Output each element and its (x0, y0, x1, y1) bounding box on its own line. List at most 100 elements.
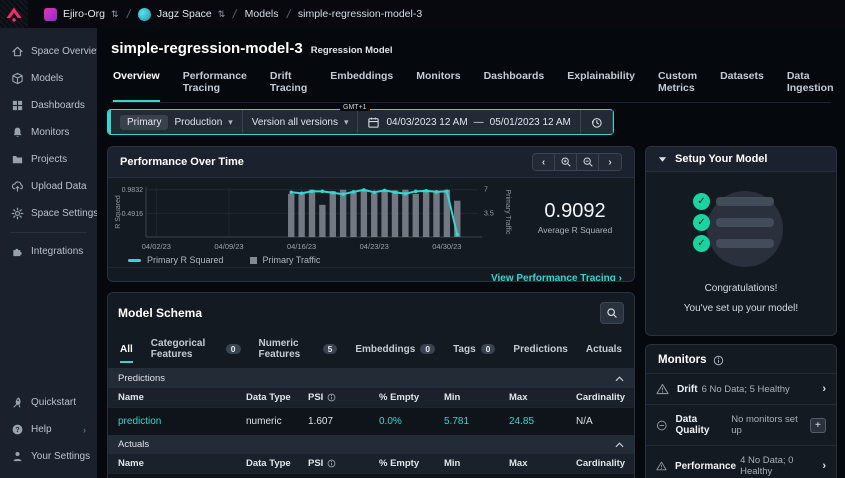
tab-datasets[interactable]: Datasets (720, 66, 764, 102)
chevron-up-icon[interactable] (615, 376, 624, 382)
column-name: Name (118, 458, 246, 469)
breadcrumb-separator: / (232, 7, 238, 21)
count-badge: 0 (481, 344, 496, 354)
column-data-type: Data Type (246, 458, 308, 469)
topbar: Ejiro-Org ⇅ / Jagz Space ⇅ / Models / si… (0, 0, 845, 28)
clock-history-icon (590, 116, 603, 129)
sort-updown-icon[interactable]: ⇅ (111, 9, 119, 20)
timezone-label: GMT+1 (340, 104, 370, 111)
monitors-card-header: Monitors (646, 345, 836, 373)
sidebar-item-projects[interactable]: Projects (0, 146, 97, 173)
svg-text:04/16/23: 04/16/23 (287, 242, 316, 251)
check-icon: ✓ (693, 235, 710, 252)
space-switcher[interactable]: Jagz Space ⇅ (138, 8, 225, 21)
tab-monitors[interactable]: Monitors (416, 66, 460, 102)
zoom-out-icon (582, 156, 594, 168)
column-empty: % Empty (379, 458, 444, 469)
arize-logo[interactable] (0, 0, 28, 28)
org-switcher[interactable]: Ejiro-Org ⇅ (44, 8, 119, 21)
column-psi: PSI (308, 458, 379, 469)
environment-select[interactable]: Primary Production ▾ (111, 110, 243, 134)
schema-tab-numeric-features[interactable]: Numeric Features5 (259, 333, 338, 368)
tab-overview[interactable]: Overview (113, 66, 160, 102)
pan-left-button[interactable]: ‹ (533, 154, 555, 170)
table-row-actual[interactable]: actual numeric 1.076 0.0% 4.8 25.4 N/A (108, 473, 634, 478)
sidebar-item-label: Integrations (31, 246, 83, 257)
sidebar-item-models[interactable]: Models (0, 65, 97, 92)
section-header-predictions[interactable]: Predictions (108, 369, 634, 388)
monitor-row-drift[interactable]: Drift6 No Data; 5 Healthy › (646, 373, 836, 404)
column-empty: % Empty (379, 392, 444, 403)
model-schema-card: Model Schema All Categorical Features0 N… (107, 292, 635, 478)
schema-tab-predictions[interactable]: Predictions (513, 339, 567, 363)
monitor-row-performance[interactable]: Performance4 No Data; 0 Healthy › (646, 445, 836, 478)
sidebar-item-label: Help (31, 424, 52, 435)
chevron-up-icon[interactable] (615, 442, 624, 448)
tab-dashboards[interactable]: Dashboards (484, 66, 545, 102)
info-icon[interactable] (327, 459, 336, 468)
monitor-row-data-quality[interactable]: Data QualityNo monitors set up + (646, 404, 836, 445)
help-circle-icon: ? (11, 423, 24, 436)
sidebar-item-quickstart[interactable]: Quickstart (0, 389, 97, 416)
line-swatch (128, 259, 141, 262)
count-badge: 0 (420, 344, 435, 354)
schema-tab-all[interactable]: All (120, 339, 133, 363)
section-header-actuals[interactable]: Actuals (108, 435, 634, 454)
sidebar-item-dashboards[interactable]: Dashboards (0, 92, 97, 119)
tab-drift-tracing[interactable]: Drift Tracing (270, 66, 307, 102)
zoom-in-button[interactable] (555, 154, 577, 170)
breadcrumb-models[interactable]: Models (245, 8, 279, 20)
legend-label: Primary R Squared (147, 255, 224, 265)
setup-card-header[interactable]: Setup Your Model (646, 147, 836, 172)
setup-card-title: Setup Your Model (675, 153, 768, 165)
sidebar-item-space-settings[interactable]: Space Settings (0, 200, 97, 227)
sidebar-divider (10, 232, 87, 233)
zoom-out-button[interactable] (577, 154, 599, 170)
schema-tab-tags[interactable]: Tags0 (453, 339, 495, 363)
date-range-picker[interactable]: 04/03/2023 12 AM — 05/01/2023 12 AM (358, 110, 580, 134)
sidebar-item-help[interactable]: ? Help › (0, 416, 97, 443)
sidebar-item-integrations[interactable]: Integrations (0, 238, 97, 265)
setup-card-body: ✓ ✓ ✓ Congratulations! You've set up you… (646, 172, 836, 335)
org-name: Ejiro-Org (63, 8, 105, 20)
schema-tab-categorical-features[interactable]: Categorical Features0 (151, 333, 241, 368)
chevron-right-icon[interactable]: › (822, 460, 826, 472)
overview-content: Performance Over Time ‹ › 0.491 (97, 137, 845, 478)
pan-right-button[interactable]: › (599, 154, 621, 170)
tab-explainability[interactable]: Explainability (567, 66, 635, 102)
legend-label: Primary Traffic (263, 255, 321, 265)
average-label: Average R Squared (538, 225, 613, 235)
time-history-button[interactable] (581, 110, 613, 134)
sidebar-item-space-overview[interactable]: Space Overview (0, 38, 97, 65)
table-row-prediction[interactable]: prediction numeric 1.607 0.0% 5.781 24.8… (108, 407, 634, 435)
view-performance-tracing-link[interactable]: View Performance Tracing › (491, 273, 622, 282)
tab-custom-metrics[interactable]: Custom Metrics (658, 66, 697, 102)
svg-text:3.5: 3.5 (484, 211, 494, 218)
performance-chart[interactable]: 0.49160.983204/02/2304/09/2304/16/2304/2… (108, 178, 516, 267)
sidebar-item-label: Projects (31, 154, 67, 165)
info-icon[interactable] (327, 393, 336, 402)
schema-search-button[interactable] (600, 302, 624, 324)
environment-filter-bar: Primary Production ▾ Version all version… (107, 109, 614, 135)
info-icon[interactable] (713, 355, 724, 366)
sidebar-item-your-settings[interactable]: Your Settings › (0, 443, 97, 470)
rocket-icon (11, 396, 24, 409)
version-select[interactable]: Version all versions ▾ (243, 110, 359, 134)
congrats-line-1: Congratulations! (705, 280, 778, 297)
sidebar-item-monitors[interactable]: Monitors (0, 119, 97, 146)
add-monitor-button[interactable]: + (810, 418, 826, 433)
tab-data-ingestion[interactable]: Data Ingestion (787, 66, 834, 102)
calendar-icon (367, 116, 380, 129)
sort-updown-icon[interactable]: ⇅ (218, 9, 226, 20)
schema-tab-actuals[interactable]: Actuals (586, 339, 622, 363)
tab-embeddings[interactable]: Embeddings (330, 66, 393, 102)
model-tabs: Overview Performance Tracing Drift Traci… (111, 66, 831, 103)
tab-performance-tracing[interactable]: Performance Tracing (183, 66, 247, 102)
feature-name-link[interactable]: prediction (118, 416, 246, 427)
square-swatch (250, 257, 257, 264)
column-min: Min (444, 458, 509, 469)
sidebar-item-upload-data[interactable]: Upload Data (0, 173, 97, 200)
svg-text:04/30/23: 04/30/23 (432, 242, 461, 251)
chevron-right-icon[interactable]: › (822, 383, 826, 395)
schema-tab-embeddings[interactable]: Embeddings0 (355, 339, 435, 363)
